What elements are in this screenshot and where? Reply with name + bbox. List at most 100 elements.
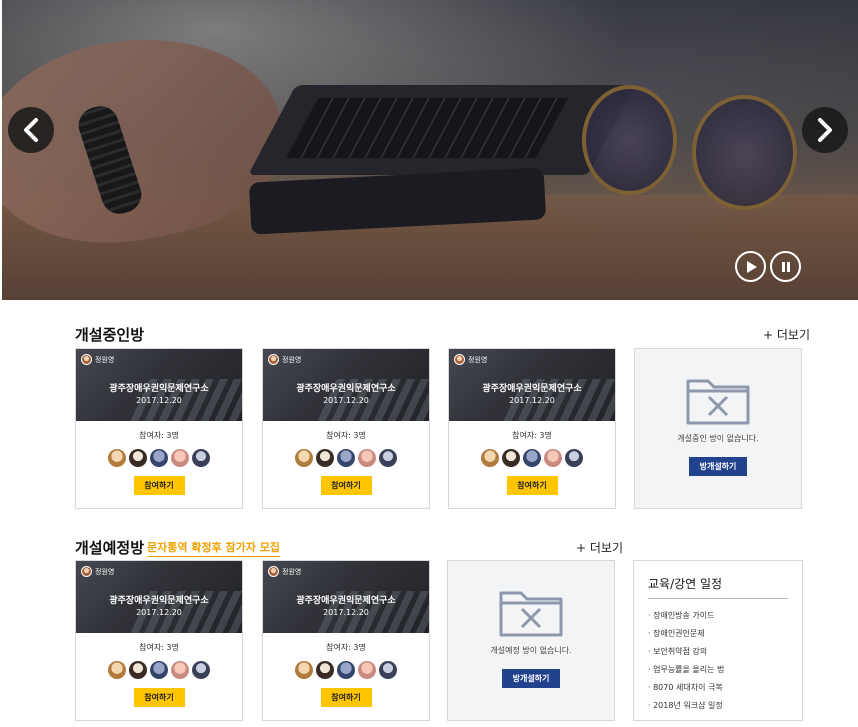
room-date: 2017.12.20	[323, 396, 369, 405]
empty-folder-icon	[686, 379, 750, 425]
schedule-item[interactable]: · 2018년 워크샵 일정	[648, 697, 724, 715]
slider-prev-button[interactable]	[8, 107, 54, 153]
participant-count: 참여자: 3명	[326, 431, 366, 440]
participant-avatars	[263, 449, 429, 467]
participant-avatars	[76, 661, 242, 679]
avatar	[316, 449, 334, 467]
host-name: 정원영	[282, 567, 302, 576]
host-name: 정원영	[95, 355, 115, 364]
join-button[interactable]: 참여하기	[133, 476, 185, 495]
join-button[interactable]: 참여하기	[133, 688, 185, 707]
scheduled-rooms-empty-card: 개설예정 방이 없습니다. 방개설하기	[447, 560, 615, 721]
room-org: 광주장애우권익문제연구소	[296, 596, 396, 606]
room-thumbnail: 정원영 광주장애우권익문제연구소 2017.12.20	[449, 349, 615, 421]
room-org: 광주장애우권익문제연구소	[109, 596, 209, 606]
room-host: 정원영	[81, 354, 114, 365]
host-avatar	[81, 566, 92, 577]
open-rooms-more-link[interactable]: + 더보기	[763, 326, 810, 343]
room-thumbnail: 정원영 광주장애우권익문제연구소 2017.12.20	[263, 349, 429, 421]
room-card: 정원영 광주장애우권익문제연구소 2017.12.20 참여자: 3명 참여하기	[75, 560, 243, 721]
avatar	[358, 661, 376, 679]
education-schedule-panel: 교육/강연 일정 · 장애인방송 가이드 · 장애인권인문제 · 보안취약점 강…	[633, 560, 803, 721]
schedule-divider	[648, 598, 788, 599]
host-avatar	[81, 354, 92, 365]
avatar	[337, 449, 355, 467]
avatar	[379, 661, 397, 679]
host-name: 정원영	[95, 567, 115, 576]
avatar	[171, 449, 189, 467]
participant-count: 참여자: 3명	[139, 643, 179, 652]
avatar	[150, 449, 168, 467]
schedule-item[interactable]: · 장애인방송 가이드	[648, 607, 724, 625]
schedule-item-label: 장애인방송 가이드	[653, 611, 715, 620]
join-button[interactable]: 참여하기	[320, 688, 372, 707]
join-button[interactable]: 참여하기	[506, 476, 558, 495]
slider-next-button[interactable]	[802, 107, 848, 153]
schedule-item[interactable]: · 업무능률을 올리는 법	[648, 661, 724, 679]
schedule-item-label: 2018년 워크샵 일정	[653, 701, 723, 710]
participant-count: 참여자: 3명	[512, 431, 552, 440]
room-date: 2017.12.20	[136, 396, 182, 405]
chevron-left-icon	[24, 118, 38, 142]
avatar	[358, 449, 376, 467]
room-card: 정원영 광주장애우권익문제연구소 2017.12.20 참여자: 3명 참여하기	[75, 348, 243, 509]
room-card: 정원영 광주장애우권익문제연구소 2017.12.20 참여자: 3명 참여하기	[448, 348, 616, 509]
avatar	[129, 661, 147, 679]
room-host: 정원영	[268, 566, 301, 577]
schedule-item-label: 8070 세대차이 극복	[653, 683, 723, 692]
chevron-right-icon	[818, 118, 832, 142]
room-thumbnail: 정원영 광주장애우권익문제연구소 2017.12.20	[263, 561, 429, 633]
hero-banner	[2, 0, 858, 300]
schedule-item[interactable]: · 장애인권인문제	[648, 625, 724, 643]
avatar	[544, 449, 562, 467]
avatar	[316, 661, 334, 679]
room-org: 광주장애우권익문제연구소	[482, 384, 582, 394]
participant-count: 참여자: 3명	[326, 643, 366, 652]
avatar	[337, 661, 355, 679]
play-icon	[746, 260, 757, 273]
avatar	[192, 661, 210, 679]
schedule-list: · 장애인방송 가이드 · 장애인권인문제 · 보안취약점 강의 · 업무능률을…	[648, 607, 724, 715]
schedule-item[interactable]: · 보안취약점 강의	[648, 643, 724, 661]
scheduled-rooms-more-link[interactable]: + 더보기	[576, 539, 623, 556]
slider-play-button[interactable]	[735, 251, 766, 282]
create-room-button[interactable]: 방개설하기	[689, 457, 747, 476]
scheduled-rooms-subtitle: 문자통역 확정후 참가자 모집	[147, 539, 280, 557]
room-org: 광주장애우권익문제연구소	[296, 384, 396, 394]
participant-avatars	[263, 661, 429, 679]
create-room-button[interactable]: 방개설하기	[502, 669, 560, 688]
avatar	[108, 661, 126, 679]
join-button[interactable]: 참여하기	[320, 476, 372, 495]
room-date: 2017.12.20	[323, 608, 369, 617]
room-date: 2017.12.20	[136, 608, 182, 617]
avatar	[565, 449, 583, 467]
avatar	[523, 449, 541, 467]
open-rooms-title: 개설중인방	[75, 326, 145, 344]
avatar	[295, 449, 313, 467]
schedule-item[interactable]: · 8070 세대차이 극복	[648, 679, 724, 697]
avatar	[481, 449, 499, 467]
open-rooms-empty-card: 개설중인 방이 없습니다. 방개설하기	[634, 348, 802, 509]
schedule-item-label: 장애인권인문제	[653, 629, 705, 638]
empty-message: 개설예정 방이 없습니다.	[490, 646, 572, 655]
schedule-item-label: 보안취약점 강의	[653, 647, 708, 656]
avatar	[108, 449, 126, 467]
avatar	[379, 449, 397, 467]
host-avatar	[268, 354, 279, 365]
hero-overlay	[2, 0, 858, 300]
schedule-title: 교육/강연 일정	[648, 577, 723, 591]
room-host: 정원영	[81, 566, 114, 577]
room-host: 정원영	[268, 354, 301, 365]
host-avatar	[268, 566, 279, 577]
room-thumbnail: 정원영 광주장애우권익문제연구소 2017.12.20	[76, 561, 242, 633]
host-name: 정원영	[468, 355, 488, 364]
participant-avatars	[76, 449, 242, 467]
avatar	[150, 661, 168, 679]
room-org: 광주장애우권익문제연구소	[109, 384, 209, 394]
schedule-item-label: 업무능률을 올리는 법	[653, 665, 725, 674]
room-thumbnail: 정원영 광주장애우권익문제연구소 2017.12.20	[76, 349, 242, 421]
room-card: 정원영 광주장애우권익문제연구소 2017.12.20 참여자: 3명 참여하기	[262, 348, 430, 509]
avatar	[192, 449, 210, 467]
slider-pause-button[interactable]	[770, 251, 801, 282]
host-avatar	[454, 354, 465, 365]
